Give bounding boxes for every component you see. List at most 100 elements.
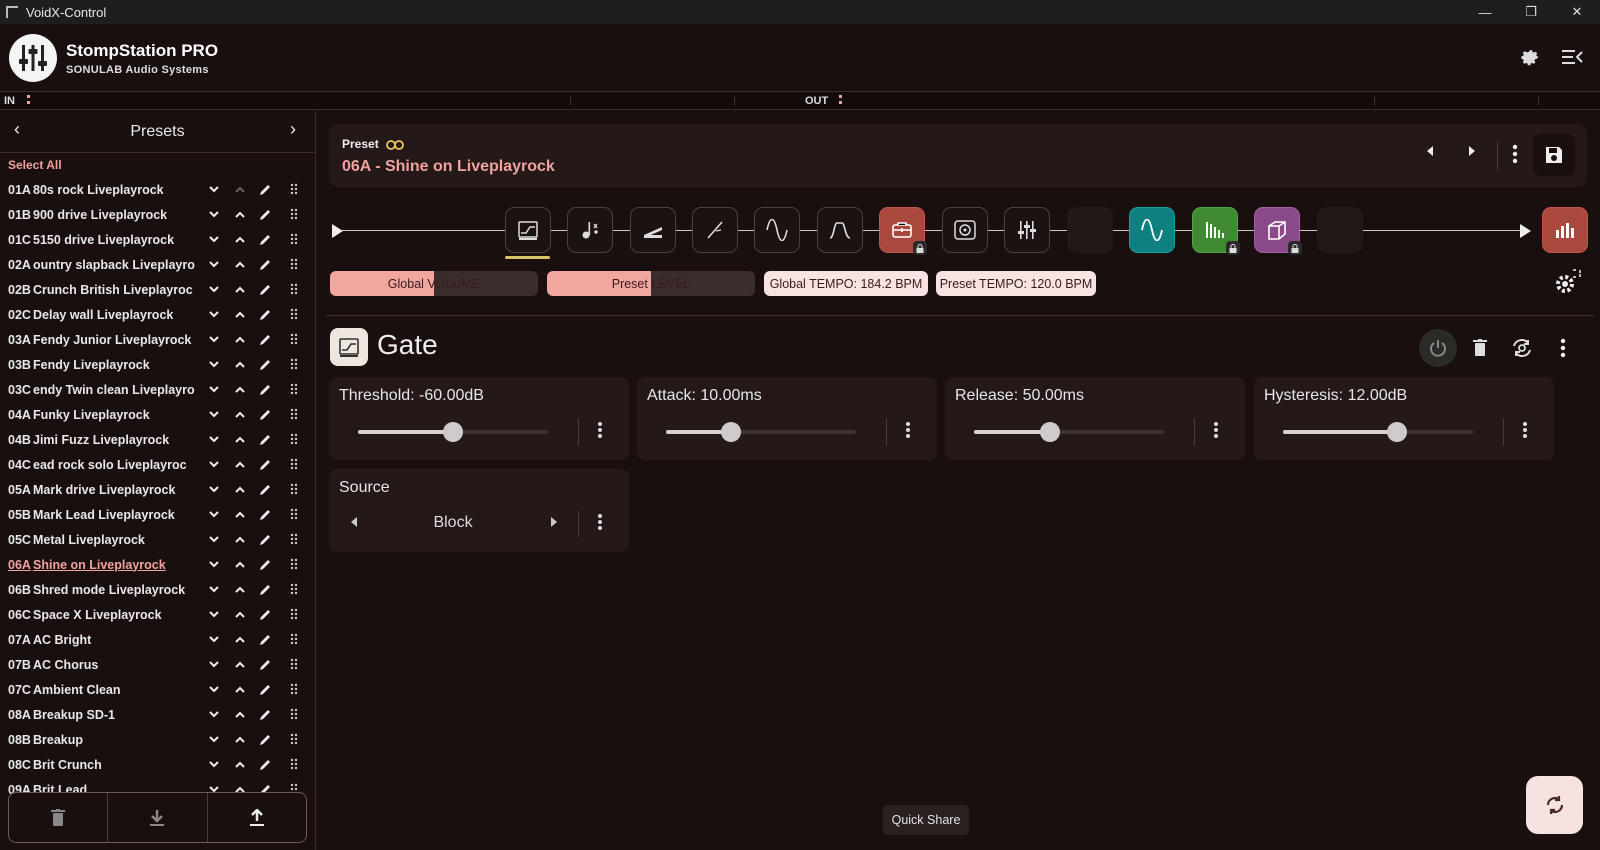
param-more-button[interactable] bbox=[597, 421, 603, 444]
preset-row[interactable]: 06B Shred mode Liveplayrock bbox=[0, 577, 315, 602]
drag-handle[interactable] bbox=[287, 557, 301, 571]
move-up-button[interactable] bbox=[233, 382, 247, 396]
block-delay[interactable] bbox=[1192, 207, 1240, 255]
drag-handle[interactable] bbox=[287, 332, 301, 346]
rename-preset-button[interactable] bbox=[258, 482, 272, 496]
move-up-button[interactable] bbox=[233, 532, 247, 546]
preset-row[interactable]: 04A Funky Liveplayrock bbox=[0, 402, 315, 427]
move-up-button[interactable] bbox=[233, 407, 247, 421]
rename-preset-button[interactable] bbox=[258, 632, 272, 646]
drag-handle[interactable] bbox=[287, 657, 301, 671]
block-empty-slot[interactable] bbox=[1067, 207, 1113, 253]
preset-row[interactable]: 08A Breakup SD-1 bbox=[0, 702, 315, 727]
param-slider-knob[interactable] bbox=[720, 422, 741, 442]
block-empty-slot[interactable] bbox=[1317, 207, 1363, 253]
rename-preset-button[interactable] bbox=[258, 257, 272, 271]
next-bank-button[interactable]: › bbox=[290, 119, 296, 140]
rename-preset-button[interactable] bbox=[258, 732, 272, 746]
move-down-button[interactable] bbox=[207, 582, 221, 596]
move-down-button[interactable] bbox=[207, 532, 221, 546]
quick-share-button[interactable]: Quick Share bbox=[883, 805, 969, 835]
preset-row[interactable]: 08C Brit Crunch bbox=[0, 752, 315, 777]
move-down-button[interactable] bbox=[207, 232, 221, 246]
power-button[interactable] bbox=[1419, 329, 1457, 367]
block-compressor[interactable] bbox=[817, 207, 863, 253]
preset-row[interactable]: 07C Ambient Clean bbox=[0, 677, 315, 702]
rename-preset-button[interactable] bbox=[258, 532, 272, 546]
move-up-button[interactable] bbox=[233, 557, 247, 571]
param-more-button[interactable] bbox=[1213, 421, 1219, 444]
param-slider[interactable] bbox=[358, 422, 548, 442]
rename-preset-button[interactable] bbox=[258, 432, 272, 446]
rename-preset-button[interactable] bbox=[258, 682, 272, 696]
preset-row[interactable]: 07A AC Bright bbox=[0, 627, 315, 652]
menu-collapse-icon[interactable] bbox=[1558, 43, 1586, 71]
move-down-button[interactable] bbox=[207, 707, 221, 721]
rename-preset-button[interactable] bbox=[258, 382, 272, 396]
drag-handle[interactable] bbox=[287, 257, 301, 271]
move-up-button[interactable] bbox=[233, 482, 247, 496]
param-slider[interactable] bbox=[974, 422, 1164, 442]
preset-row[interactable]: 01B 900 drive Liveplayrock bbox=[0, 202, 315, 227]
param-slider-knob[interactable] bbox=[1387, 422, 1407, 442]
move-up-button[interactable] bbox=[233, 207, 247, 221]
rename-preset-button[interactable] bbox=[258, 407, 272, 421]
drag-handle[interactable] bbox=[287, 232, 301, 246]
preset-row[interactable]: 01C 5150 drive Liveplayrock bbox=[0, 227, 315, 252]
rename-preset-button[interactable] bbox=[258, 182, 272, 196]
rename-preset-button[interactable] bbox=[258, 357, 272, 371]
param-slider-knob[interactable] bbox=[1040, 422, 1060, 442]
link-icon[interactable] bbox=[386, 139, 404, 150]
move-down-button[interactable] bbox=[207, 307, 221, 321]
rename-preset-button[interactable] bbox=[258, 607, 272, 621]
block-eq[interactable] bbox=[1004, 207, 1050, 253]
param-more-button[interactable] bbox=[905, 421, 911, 444]
close-button[interactable]: ✕ bbox=[1554, 0, 1600, 24]
move-down-button[interactable] bbox=[207, 657, 221, 671]
block-cab[interactable] bbox=[942, 207, 988, 253]
block-output[interactable] bbox=[1542, 207, 1588, 253]
save-preset-button[interactable] bbox=[1533, 134, 1575, 176]
drag-handle[interactable] bbox=[287, 732, 301, 746]
drag-handle[interactable] bbox=[287, 282, 301, 296]
drag-handle[interactable] bbox=[287, 457, 301, 471]
move-up-button[interactable] bbox=[233, 757, 247, 771]
move-up-button[interactable] bbox=[233, 682, 247, 696]
move-up-button[interactable] bbox=[233, 232, 247, 246]
preset-row[interactable]: 02A ountry slapback Liveplayro bbox=[0, 252, 315, 277]
drag-handle[interactable] bbox=[287, 707, 301, 721]
chain-settings-icon[interactable] bbox=[1553, 268, 1583, 301]
preset-row[interactable]: 06C Space X Liveplayrock bbox=[0, 602, 315, 627]
drag-handle[interactable] bbox=[287, 582, 301, 596]
drag-handle[interactable] bbox=[287, 357, 301, 371]
minimize-button[interactable]: — bbox=[1462, 0, 1508, 24]
swap-block-button[interactable] bbox=[1503, 329, 1541, 367]
global-tempo-button[interactable]: Global TEMPO: 184.2 BPM bbox=[764, 271, 928, 296]
block-modulation[interactable] bbox=[754, 207, 800, 253]
preset-level-slider[interactable]: Preset LEVEL bbox=[547, 271, 755, 296]
move-down-button[interactable] bbox=[207, 507, 221, 521]
move-up-button[interactable] bbox=[233, 257, 247, 271]
rename-preset-button[interactable] bbox=[258, 707, 272, 721]
source-more-button[interactable] bbox=[597, 513, 603, 536]
param-slider[interactable] bbox=[666, 422, 856, 442]
move-up-button[interactable] bbox=[233, 357, 247, 371]
drag-handle[interactable] bbox=[287, 407, 301, 421]
block-drive[interactable] bbox=[692, 207, 738, 253]
block-modulation-2[interactable] bbox=[1129, 207, 1175, 253]
move-down-button[interactable] bbox=[207, 682, 221, 696]
move-down-button[interactable] bbox=[207, 282, 221, 296]
move-down-button[interactable] bbox=[207, 457, 221, 471]
rename-preset-button[interactable] bbox=[258, 757, 272, 771]
drag-handle[interactable] bbox=[287, 382, 301, 396]
preset-row[interactable]: 08B Breakup bbox=[0, 727, 315, 752]
move-down-button[interactable] bbox=[207, 382, 221, 396]
drag-handle[interactable] bbox=[287, 757, 301, 771]
prev-preset-button[interactable] bbox=[1426, 144, 1434, 160]
drag-handle[interactable] bbox=[287, 482, 301, 496]
preset-row[interactable]: 05A Mark drive Liveplayrock bbox=[0, 477, 315, 502]
move-down-button[interactable] bbox=[207, 182, 221, 196]
preset-row[interactable]: 06A Shine on Liveplayrock bbox=[0, 552, 315, 577]
sync-button[interactable] bbox=[1526, 776, 1583, 834]
move-down-button[interactable] bbox=[207, 257, 221, 271]
